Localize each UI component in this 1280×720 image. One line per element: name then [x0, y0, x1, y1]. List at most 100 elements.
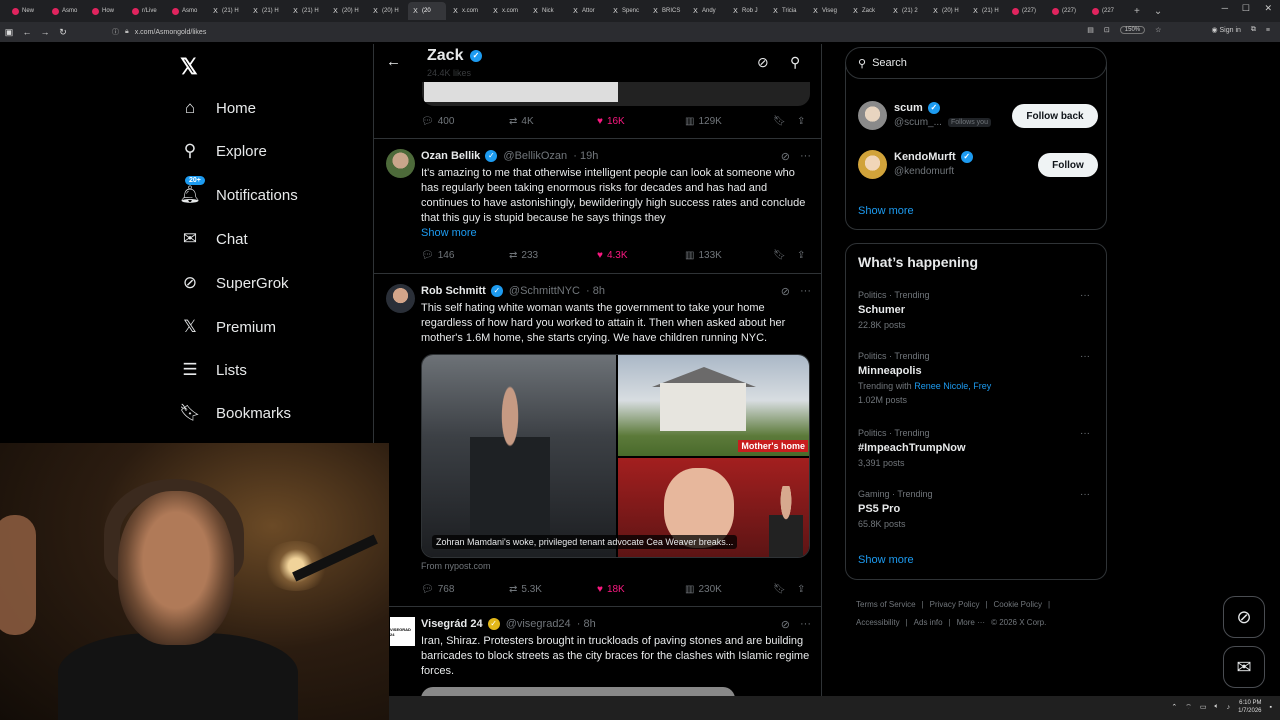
tweet-time[interactable]: · 8h: [586, 285, 605, 297]
search-icon[interactable]: ⚲: [790, 54, 800, 71]
show-more-link[interactable]: Show more: [858, 205, 914, 217]
browser-tab[interactable]: X (21) H: [288, 2, 326, 20]
browser-tab[interactable]: (227: [1088, 2, 1126, 20]
profile-icon[interactable]: ◉ Sign in: [1211, 26, 1240, 34]
url-field[interactable]: x.com/Asmongold/likes: [135, 29, 207, 36]
views-button[interactable]: ▥ 133K: [685, 250, 722, 261]
follow-back-button[interactable]: Follow back: [1012, 104, 1098, 128]
avatar[interactable]: VISEGRAD 24: [390, 617, 415, 646]
network-icon[interactable]: ⌔: [1185, 703, 1192, 712]
tweet-media[interactable]: Mother's home Zohran Mamdani's woke, pri…: [421, 354, 810, 558]
back-arrow-icon[interactable]: ←: [386, 53, 401, 70]
speaker-icon[interactable]: 🔈︎: [1214, 703, 1218, 711]
minimize-icon[interactable]: ─: [1222, 3, 1228, 13]
browser-tab[interactable]: (227): [1008, 2, 1046, 20]
author-handle[interactable]: @visegrad24: [506, 618, 571, 630]
follow-suggestion[interactable]: KendoMurft ✓ @kendomurft Follow: [858, 150, 1098, 186]
display-icon[interactable]: ▭: [1200, 703, 1207, 711]
user-handle[interactable]: @kendomurft: [894, 166, 954, 177]
browser-tab[interactable]: X Andy: [688, 2, 726, 20]
author-name[interactable]: Ozan Bellik: [421, 150, 480, 162]
reply-button[interactable]: 💬︎ 400: [421, 116, 454, 127]
trend-item[interactable]: Politics · Trending #ImpeachTrumpNow 3,3…: [858, 428, 1098, 468]
browser-tab[interactable]: X Nick: [528, 2, 566, 20]
browser-tab[interactable]: How: [88, 2, 126, 20]
avatar[interactable]: [858, 101, 887, 130]
more-icon[interactable]: ···: [1080, 351, 1090, 362]
browser-tab[interactable]: X (20) H: [368, 2, 406, 20]
footer-link[interactable]: Terms of Service: [856, 600, 916, 609]
browser-tab[interactable]: Xx.com: [448, 2, 486, 20]
more-icon[interactable]: ···: [1080, 489, 1090, 500]
share-icon[interactable]: ⇪: [797, 116, 805, 127]
extensions-icon[interactable]: ⧉: [1251, 26, 1256, 34]
browser-tab[interactable]: X Attor: [568, 2, 606, 20]
author-handle[interactable]: @SchmittNYC: [509, 285, 580, 297]
user-name[interactable]: scum ✓: [894, 102, 940, 115]
reader-icon[interactable]: ▤: [1087, 26, 1094, 34]
trend-item[interactable]: Gaming · Trending PS5 Pro 65.8K posts ··…: [858, 489, 1098, 529]
show-more-link[interactable]: Show more: [858, 554, 914, 566]
share-icon[interactable]: ⇪: [797, 250, 805, 261]
more-icon[interactable]: ···: [1080, 290, 1090, 301]
browser-tab[interactable]: r/Live: [128, 2, 166, 20]
tweet-time[interactable]: · 8h: [577, 618, 596, 630]
author-name[interactable]: Rob Schmitt: [421, 285, 486, 297]
footer-link[interactable]: Ads info: [914, 618, 943, 627]
browser-tab[interactable]: X Zack: [848, 2, 886, 20]
forward-icon[interactable]: →: [36, 27, 54, 37]
link-source[interactable]: From nypost.com: [421, 561, 491, 571]
back-icon[interactable]: ←: [18, 27, 36, 37]
nav-item-chat[interactable]: ✉ Chat: [180, 223, 248, 255]
zoom-indicator[interactable]: 150%: [1119, 26, 1146, 34]
tweet-time[interactable]: · 19h: [573, 150, 598, 162]
tab-search-icon[interactable]: ⌄: [1148, 6, 1168, 17]
nav-item-lists[interactable]: ☰ Lists: [180, 354, 246, 386]
screenshot-icon[interactable]: ⊡: [1104, 26, 1110, 34]
avatar[interactable]: [386, 284, 415, 313]
tweet[interactable]: VISEGRAD 24 Visegrád 24 ✓ @visegrad24 · …: [374, 607, 821, 696]
browser-tab[interactable]: New: [8, 2, 46, 20]
retweet-button[interactable]: ⇄ 5.3K: [509, 584, 542, 595]
footer-link[interactable]: © 2026 X Corp.: [991, 618, 1046, 627]
nav-item-supergrok[interactable]: ⊘ SuperGrok: [180, 267, 289, 299]
show-more-link[interactable]: Show more: [421, 227, 477, 239]
grok-icon[interactable]: ⊘: [757, 54, 769, 71]
like-button[interactable]: ♥ 16K: [597, 116, 625, 127]
browser-tab[interactable]: (227): [1048, 2, 1086, 20]
like-button[interactable]: ♥ 4.3K: [597, 250, 628, 261]
more-icon[interactable]: ···: [800, 150, 811, 163]
footer-link[interactable]: More ···: [957, 618, 985, 627]
browser-tab[interactable]: X (21) H: [208, 2, 246, 20]
browser-tab[interactable]: X (20) H: [328, 2, 366, 20]
footer-link[interactable]: Accessibility: [856, 618, 900, 627]
reply-button[interactable]: 💬︎ 768: [421, 584, 454, 595]
footer-link[interactable]: Cookie Policy: [994, 600, 1042, 609]
follow-suggestion[interactable]: scum ✓ @scum_... Follows you Follow back: [858, 101, 1098, 137]
browser-tab[interactable]: X (21) 2: [888, 2, 926, 20]
grok-icon[interactable]: ⊘: [781, 618, 790, 631]
nav-item-explore[interactable]: ⚲ Explore: [180, 135, 267, 167]
media-photo-woman[interactable]: [422, 355, 616, 557]
author-handle[interactable]: @BellikOzan: [503, 150, 567, 162]
clock[interactable]: 6:10 PM 1/7/2026: [1238, 699, 1261, 715]
tweet[interactable]: Ozan Bellik ✓ @BellikOzan · 19h ⊘ ··· It'…: [374, 139, 821, 274]
author-name[interactable]: Visegrád 24: [421, 618, 483, 630]
browser-tab[interactable]: X (21) H: [968, 2, 1006, 20]
retweet-button[interactable]: ⇄ 233: [509, 250, 538, 261]
browser-tab[interactable]: X (20) H: [928, 2, 966, 20]
x-logo-icon[interactable]: 𝕏: [180, 54, 198, 80]
like-button[interactable]: ♥ 18K: [597, 584, 625, 595]
browser-tab[interactable]: Asmo: [48, 2, 86, 20]
trend-item[interactable]: Politics · Trending Schumer 22.8K posts …: [858, 290, 1098, 330]
browser-tab[interactable]: X Viseg: [808, 2, 846, 20]
tweet[interactable]: Rob Schmitt ✓ @SchmittNYC · 8h ⊘ ··· This…: [374, 274, 821, 607]
browser-tab[interactable]: X Spenc: [608, 2, 646, 20]
more-icon[interactable]: ···: [800, 285, 811, 298]
chevron-up-icon[interactable]: ⌃: [1171, 703, 1177, 711]
reply-button[interactable]: 💬︎ 146: [421, 250, 454, 261]
trending-with-link[interactable]: Renee Nicole, Frey: [914, 381, 991, 391]
media-photo-house[interactable]: Mother's home: [618, 355, 809, 456]
avatar[interactable]: [858, 150, 887, 179]
grok-icon[interactable]: ⊘: [781, 285, 790, 298]
